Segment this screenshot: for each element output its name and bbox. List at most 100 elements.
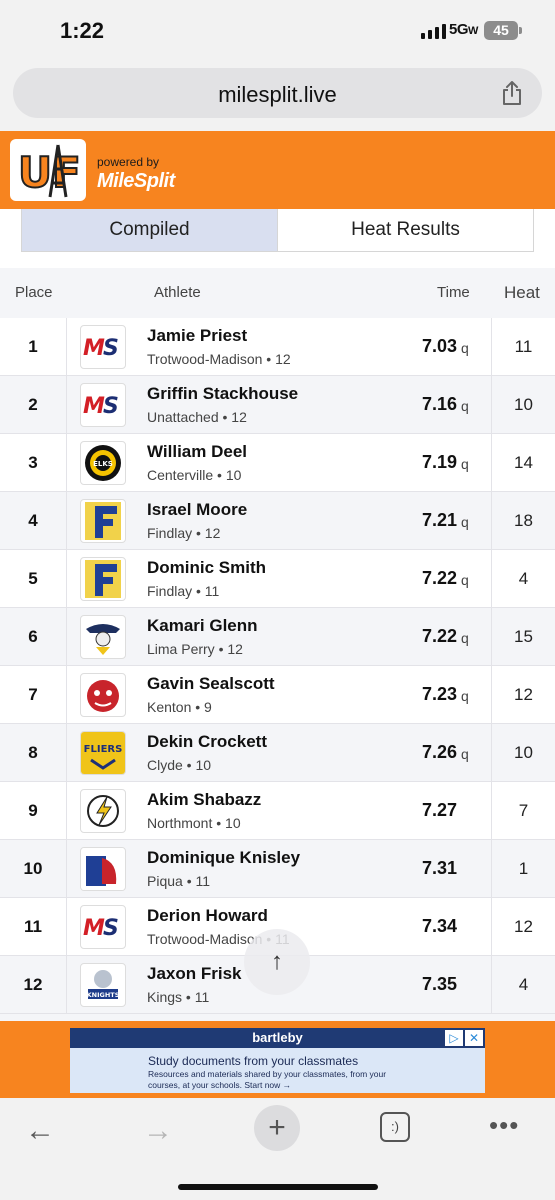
athlete-school: Unattached • 12 xyxy=(147,409,247,425)
header-heat[interactable]: Heat xyxy=(504,283,540,303)
result-time: 7.26 xyxy=(421,742,457,762)
athlete-school: Lima Perry • 12 xyxy=(147,641,243,657)
heat-cell: 10 xyxy=(491,724,555,781)
result-time: 7.31 xyxy=(421,858,457,878)
result-time: 7.21 xyxy=(421,510,457,530)
heat-cell: 7 xyxy=(491,782,555,839)
svg-text:S: S xyxy=(103,394,119,419)
ad-banner: bartleby Study documents from your class… xyxy=(0,1021,555,1098)
more-menu-icon[interactable]: ••• xyxy=(489,1110,519,1141)
result-time: 7.22 xyxy=(421,568,457,588)
place-cell: 7 xyxy=(0,666,67,723)
result-time: 7.34 xyxy=(421,916,457,936)
place-cell: 11 xyxy=(0,898,67,955)
share-icon[interactable] xyxy=(500,80,524,106)
header-athlete[interactable]: Athlete xyxy=(154,284,201,301)
athlete-name[interactable]: Dominic Smith xyxy=(147,558,266,578)
new-tab-button[interactable]: + xyxy=(254,1105,300,1151)
adchoices-icon[interactable]: ▷ xyxy=(445,1030,463,1046)
svg-text:KNIGHTS: KNIGHTS xyxy=(87,991,120,999)
browser-toolbar: ← → + :) ••• xyxy=(0,1098,555,1200)
heat-cell: 18 xyxy=(491,492,555,549)
athlete-name[interactable]: Akim Shabazz xyxy=(147,790,261,810)
place-cell: 9 xyxy=(0,782,67,839)
school-logo-icon xyxy=(80,673,126,717)
ad-close-icon[interactable]: ✕ xyxy=(465,1030,483,1046)
place-cell: 3 xyxy=(0,434,67,491)
heat-cell: 15 xyxy=(491,608,555,665)
athlete-name[interactable]: William Deel xyxy=(147,442,247,462)
table-row[interactable]: 6 Kamari Glenn Lima Perry • 12 7.22 q 15 xyxy=(0,608,555,666)
svg-text:UF: UF xyxy=(18,148,81,197)
table-row[interactable]: 10 Dominique Knisley Piqua • 11 7.31 1 xyxy=(0,840,555,898)
school-logo-icon xyxy=(80,557,126,601)
url-text: milesplit.live xyxy=(218,82,337,107)
place-cell: 8 xyxy=(0,724,67,781)
svg-text:S: S xyxy=(103,336,119,361)
brand-header: UF powered by MileSplit xyxy=(0,131,555,209)
qualifier-mark: q xyxy=(461,398,469,414)
back-arrow-icon[interactable]: ← xyxy=(25,1114,55,1148)
address-bar[interactable]: milesplit.live xyxy=(13,68,542,118)
place-cell: 12 xyxy=(0,956,67,1013)
table-row[interactable]: 3 ELKS William Deel Centerville • 10 7.19 q 14 xyxy=(0,434,555,492)
tab-heat-results[interactable]: Heat Results xyxy=(277,209,533,251)
heat-cell: 14 xyxy=(491,434,555,491)
table-row[interactable]: 4 Israel Moore Findlay • 12 7.21 q 18 xyxy=(0,492,555,550)
athlete-name[interactable]: Jamie Priest xyxy=(147,326,247,346)
derrick-logo-icon: UF xyxy=(17,144,82,198)
school-logo-icon: MS xyxy=(80,325,126,369)
battery-icon: 45 xyxy=(484,21,518,40)
qualifier-mark: q xyxy=(461,688,469,704)
scroll-to-top-button[interactable]: ↑ xyxy=(244,929,310,995)
heat-cell: 1 xyxy=(491,840,555,897)
athlete-name[interactable]: Kamari Glenn xyxy=(147,616,258,636)
table-row[interactable]: 7 Gavin Sealscott Kenton • 9 7.23 q 12 xyxy=(0,666,555,724)
ad-content[interactable]: bartleby Study documents from your class… xyxy=(70,1028,485,1093)
header-place[interactable]: Place xyxy=(15,284,53,301)
tab-switcher-button[interactable]: :) xyxy=(380,1112,410,1142)
table-row[interactable]: 9 Akim Shabazz Northmont • 10 7.27 7 xyxy=(0,782,555,840)
qualifier-mark: q xyxy=(461,514,469,530)
browser-page: 1:22 5GW 45 milesplit.live UF powered by… xyxy=(0,0,555,1200)
table-row[interactable]: 1 M S Jamie Priest Trotwood-Madison • 12 7.03… xyxy=(0,318,555,376)
result-time: 7.27 xyxy=(421,800,457,820)
address-bar-area: milesplit.live xyxy=(0,62,555,132)
home-indicator xyxy=(178,1184,378,1190)
athlete-school: Centerville • 10 xyxy=(147,467,242,483)
result-time: 7.19 xyxy=(421,452,457,472)
result-time: 7.35 xyxy=(421,974,457,994)
forward-arrow-icon[interactable]: → xyxy=(143,1114,173,1148)
place-cell: 4 xyxy=(0,492,67,549)
heat-cell: 10 xyxy=(491,376,555,433)
ad-brand: bartleby xyxy=(70,1028,485,1048)
athlete-name[interactable]: Gavin Sealscott xyxy=(147,674,275,694)
table-row[interactable]: 8 FLIERS Dekin Crockett Clyde • 10 7.26 q 10 xyxy=(0,724,555,782)
result-time: 7.16 xyxy=(421,394,457,414)
table-row[interactable]: 5 Dominic Smith Findlay • 11 7.22 q 4 xyxy=(0,550,555,608)
athlete-name[interactable]: Jaxon Frisk xyxy=(147,964,242,984)
school-logo-icon xyxy=(80,789,126,833)
athlete-school: Trotwood-Madison • 12 xyxy=(147,351,291,367)
athlete-name[interactable]: Israel Moore xyxy=(147,500,247,520)
svg-text:ELKS: ELKS xyxy=(93,460,113,468)
athlete-name[interactable]: Derion Howard xyxy=(147,906,268,926)
tab-compiled[interactable]: Compiled xyxy=(22,209,277,251)
header-time[interactable]: Time xyxy=(437,284,470,301)
svg-text:M: M xyxy=(83,336,105,361)
table-body: 1 M S Jamie Priest Trotwood-Madison • 12 7.03… xyxy=(0,318,555,1014)
athlete-name[interactable]: Griffin Stackhouse xyxy=(147,384,298,404)
heat-cell: 4 xyxy=(491,550,555,607)
table-row[interactable]: 2 M S Griffin Stackhouse Unattached • 12 7.16… xyxy=(0,376,555,434)
table-header: Place Athlete Time Heat xyxy=(0,268,555,318)
milesplit-logo[interactable]: MileSplit xyxy=(97,170,175,193)
athlete-school: Findlay • 11 xyxy=(147,583,220,599)
result-tabs: Compiled Heat Results xyxy=(21,209,534,252)
uf-logo[interactable]: UF xyxy=(10,139,86,201)
qualifier-mark: q xyxy=(461,630,469,646)
place-cell: 5 xyxy=(0,550,67,607)
qualifier-mark: q xyxy=(461,746,469,762)
athlete-name[interactable]: Dominique Knisley xyxy=(147,848,300,868)
athlete-name[interactable]: Dekin Crockett xyxy=(147,732,267,752)
result-time: 7.22 xyxy=(421,626,457,646)
